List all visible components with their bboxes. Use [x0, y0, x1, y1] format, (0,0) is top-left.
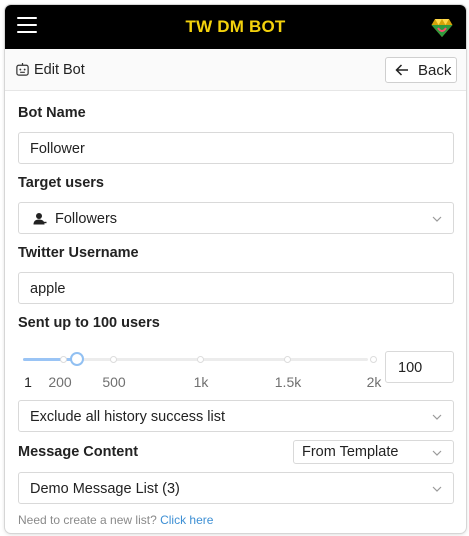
create-list-hint: Need to create a new list? Click here: [18, 513, 213, 527]
back-label: Back: [418, 62, 452, 79]
user-count-value: 100: [398, 360, 423, 376]
target-users-select[interactable]: Followers: [18, 202, 454, 234]
heart-gem-logo: [431, 19, 453, 37]
back-button[interactable]: Back: [385, 57, 457, 83]
slider-mark-label: 1.5k: [274, 374, 302, 390]
message-list-value: Demo Message List (3): [30, 481, 180, 497]
user-icon: [33, 213, 47, 225]
slider-tick-dot: [197, 356, 204, 363]
slider-mark-label: 2k: [366, 374, 382, 390]
message-source-select[interactable]: From Template: [293, 440, 454, 464]
slider-tick-dot: [370, 356, 377, 363]
bot-name-input[interactable]: Follower: [18, 132, 454, 164]
hint-text: Need to create a new list?: [18, 513, 157, 527]
slider-track-fill: [23, 358, 77, 361]
top-bar: TW DM BOT: [5, 5, 466, 49]
twitter-username-input[interactable]: apple: [18, 272, 454, 304]
slider-tick-dot: [284, 356, 291, 363]
chevron-down-icon: [432, 450, 442, 456]
slider-mark-label: 200: [48, 374, 72, 390]
history-filter-select[interactable]: Exclude all history success list: [18, 400, 454, 432]
slider-mark-label: 500: [102, 374, 126, 390]
message-content-label: Message Content: [18, 444, 139, 460]
app-title: TW DM BOT: [185, 17, 286, 36]
user-count-input[interactable]: 100: [385, 351, 454, 383]
slider-mark-label: 1: [24, 374, 32, 390]
sent-up-to-label: Sent up to 100 users: [18, 315, 160, 331]
chevron-down-icon: [432, 216, 442, 222]
message-source-value: From Template: [302, 444, 399, 460]
user-count-slider[interactable]: 1 200 500 1k 1.5k 2k: [18, 352, 381, 396]
chevron-down-icon: [432, 414, 442, 420]
history-filter-value: Exclude all history success list: [30, 409, 226, 425]
target-users-value: Followers: [55, 211, 118, 227]
arrow-left-icon: [395, 64, 408, 76]
target-users-label: Target users: [18, 175, 104, 191]
twitter-username-value: apple: [30, 281, 66, 297]
slider-mark-label: 1k: [193, 374, 209, 390]
slider-tick-dot: [110, 356, 117, 363]
message-list-select[interactable]: Demo Message List (3): [18, 472, 454, 504]
robot-icon: [16, 62, 29, 76]
app-window: TW DM BOT Edit Bot Back Bot Name Followe…: [5, 5, 466, 533]
sub-header: Edit Bot Back: [5, 49, 466, 91]
bot-name-label: Bot Name: [18, 105, 86, 121]
chevron-down-icon: [432, 486, 442, 492]
twitter-username-label: Twitter Username: [18, 245, 139, 261]
slider-tick-dot: [60, 356, 67, 363]
page-title: Edit Bot: [34, 62, 85, 78]
slider-handle[interactable]: [69, 352, 84, 366]
click-here-link[interactable]: Click here: [160, 513, 213, 527]
bot-name-value: Follower: [30, 141, 85, 157]
